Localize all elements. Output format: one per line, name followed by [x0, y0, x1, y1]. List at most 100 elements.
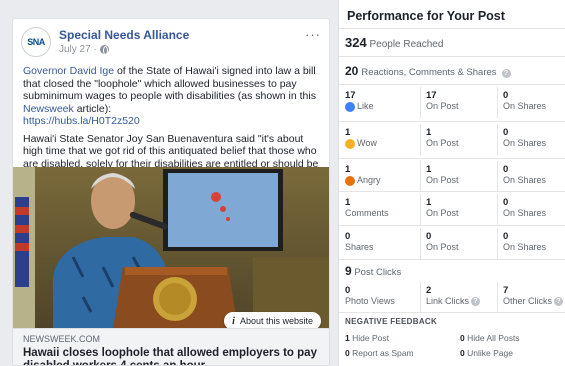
- info-icon: i: [232, 315, 235, 327]
- divider: [339, 28, 565, 29]
- spam-stat: 0 Report as Spam: [345, 348, 414, 358]
- on-shares-label: On Shares: [503, 242, 547, 252]
- unlike-count: 0: [460, 348, 465, 358]
- stat-row-like: 17 Like 17 On Post 0 On Shares: [339, 85, 565, 120]
- hide-all-count: 0: [460, 333, 465, 343]
- stat-cell: 17 On Post: [426, 90, 459, 112]
- divider: [420, 228, 421, 259]
- link-clicks-count: 2: [426, 285, 432, 296]
- post-header: SNA Special Needs Alliance July 27 · ···: [21, 27, 321, 61]
- post-card: SNA Special Needs Alliance July 27 · ···…: [12, 18, 330, 366]
- on-shares-label: On Shares: [503, 101, 547, 111]
- on-post-count: 1: [426, 197, 432, 208]
- stat-cell: 0 On Shares: [503, 197, 546, 219]
- stat-cell: 1 Comments: [345, 197, 389, 219]
- governor-link[interactable]: Governor David Ige: [23, 65, 114, 77]
- like-label: Like: [357, 101, 374, 111]
- negative-feedback-title: NEGATIVE FEEDBACK: [345, 317, 438, 326]
- help-icon[interactable]: ?: [501, 69, 511, 78]
- url-link[interactable]: https://hubs.la/H0T2z520: [23, 115, 140, 127]
- clicks-count: 9: [345, 264, 352, 278]
- like-count: 17: [345, 90, 356, 101]
- divider: [420, 87, 421, 118]
- avatar[interactable]: SNA: [21, 27, 51, 57]
- like-icon: [345, 101, 355, 112]
- on-shares-count: 0: [503, 90, 509, 101]
- other-clicks-label: Other Clicks: [503, 296, 553, 306]
- stat-row-shares: 0 Shares 0 On Post 0 On Shares: [339, 226, 565, 261]
- on-post-count: 1: [426, 164, 432, 175]
- globe-icon: [99, 45, 109, 55]
- stat-cell: 0 On Shares: [503, 164, 546, 186]
- divider: [339, 312, 565, 313]
- hide-all-stat: 0 Hide All Posts: [460, 333, 520, 343]
- stat-cell: 0 On Shares: [503, 127, 546, 149]
- photo-illustration: [13, 167, 329, 328]
- help-icon[interactable]: ?: [471, 297, 481, 307]
- link-preview[interactable]: NEWSWEEK.COM Hawaii closes loophole that…: [13, 328, 329, 365]
- divider: [420, 282, 421, 313]
- on-post-count: 0: [426, 231, 432, 242]
- post-photo[interactable]: i About this website: [13, 167, 329, 328]
- on-post-label: On Post: [426, 138, 459, 148]
- wow-icon: [345, 138, 355, 149]
- newsweek-link[interactable]: Newsweek: [23, 103, 74, 115]
- on-shares-count: 0: [503, 231, 509, 242]
- stat-cell: 7 Other Clicks?: [503, 285, 564, 307]
- on-post-count: 17: [426, 90, 437, 101]
- stat-cell: 0 On Post: [426, 231, 459, 253]
- divider: [497, 228, 498, 259]
- post-meta: July 27 ·: [59, 44, 109, 55]
- reach-label: People Reached: [369, 39, 444, 50]
- hide-post-stat: 1 Hide Post: [345, 333, 389, 343]
- stat-row-angry: 1 Angry 1 On Post 0 On Shares: [339, 159, 565, 194]
- on-post-label: On Post: [426, 101, 459, 111]
- divider: [497, 87, 498, 118]
- on-post-label: On Post: [426, 242, 459, 252]
- help-icon[interactable]: ?: [554, 297, 564, 307]
- on-shares-label: On Shares: [503, 138, 547, 148]
- stat-cell: 0 Shares: [345, 231, 374, 253]
- unlike-label: Unlike Page: [467, 348, 513, 358]
- on-shares-count: 0: [503, 197, 509, 208]
- angry-count: 1: [345, 164, 351, 175]
- spam-label: Report as Spam: [352, 348, 414, 358]
- wow-label: Wow: [357, 138, 377, 148]
- more-options-icon[interactable]: ···: [305, 27, 321, 42]
- stat-cell: 1 On Post: [426, 127, 459, 149]
- stat-cell: 1 Wow: [345, 127, 377, 149]
- divider: [497, 124, 498, 155]
- reactions-summary: 20 Reactions, Comments & Shares ?: [345, 64, 511, 78]
- stat-cell: 0 Photo Views: [345, 285, 395, 307]
- comments-label: Comments: [345, 208, 389, 218]
- comments-count: 1: [345, 197, 351, 208]
- divider: [420, 161, 421, 192]
- panel-title: Performance for Your Post: [347, 9, 505, 23]
- stat-row-comments: 1 Comments 1 On Post 0 On Shares: [339, 192, 565, 227]
- reactions-count: 20: [345, 64, 359, 78]
- shares-count: 0: [345, 231, 351, 242]
- divider: [497, 282, 498, 313]
- stat-cell: 0 On Shares: [503, 231, 546, 253]
- page-name-link[interactable]: Special Needs Alliance: [59, 28, 189, 42]
- reach-count: 324: [345, 35, 367, 50]
- stat-row-wow: 1 Wow 1 On Post 0 On Shares: [339, 122, 565, 157]
- angry-label: Angry: [357, 175, 381, 185]
- about-website-button[interactable]: i About this website: [224, 312, 321, 328]
- shares-label: Shares: [345, 242, 374, 252]
- click-breakdown-row: 0 Photo Views 2 Link Clicks? 7 Other Clicks…: [339, 280, 565, 315]
- stat-cell: 2 Link Clicks?: [426, 285, 481, 307]
- reactions-label: Reactions, Comments & Shares: [361, 67, 497, 78]
- on-post-count: 1: [426, 127, 432, 138]
- link-domain: NEWSWEEK.COM: [23, 334, 101, 344]
- about-website-label: About this website: [239, 316, 313, 326]
- people-reached: 324 People Reached: [345, 35, 443, 50]
- stat-cell: 1 Angry: [345, 164, 381, 186]
- avatar-text: SNA: [27, 37, 45, 47]
- post-paragraph-1: Governor David Ige of the State of Hawai…: [23, 65, 323, 128]
- post-date[interactable]: July 27 ·: [59, 44, 97, 55]
- screen: SNA Special Needs Alliance July 27 · ···…: [0, 0, 565, 366]
- post-clicks-summary: 9 Post Clicks: [345, 264, 401, 278]
- on-shares-label: On Shares: [503, 208, 547, 218]
- on-post-label: On Post: [426, 208, 459, 218]
